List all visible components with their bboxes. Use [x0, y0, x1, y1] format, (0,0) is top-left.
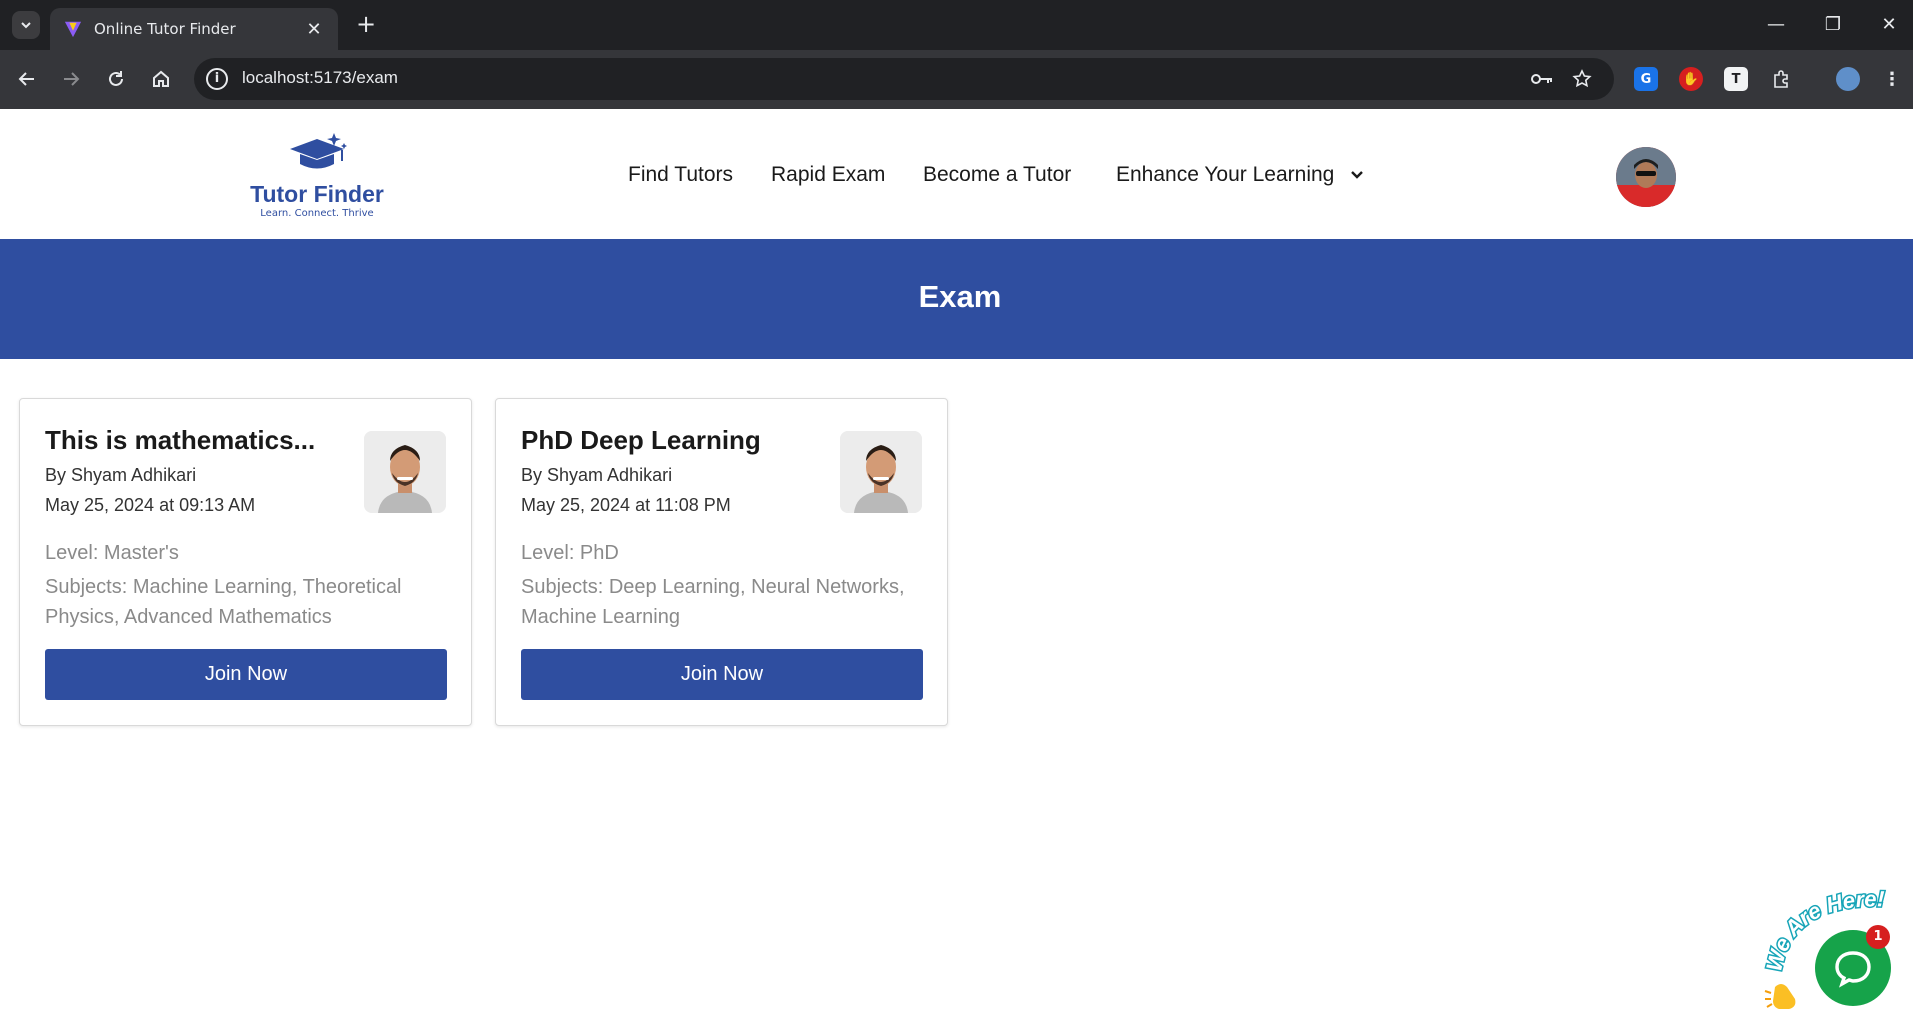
graduation-cap-icon [290, 133, 347, 169]
page-banner: Exam [0, 239, 1913, 359]
join-now-button[interactable]: Join Now [45, 649, 447, 700]
tab-title: Online Tutor Finder [94, 20, 236, 38]
page: Tutor Finder Learn. Connect. Thrive Find… [0, 109, 1913, 1016]
tab-close-icon[interactable]: ✕ [304, 19, 324, 40]
exam-author: By Shyam Adhikari [45, 465, 197, 485]
nav-find-tutors[interactable]: Find Tutors [628, 163, 733, 187]
tutor-face-icon [364, 431, 446, 513]
google-translate-extension-icon[interactable]: G [1634, 67, 1658, 91]
exam-date: May 25, 2024 at 11:08 PM [521, 495, 731, 515]
waving-hand-icon [1764, 984, 1796, 1009]
exam-level: Level: PhD [521, 542, 619, 564]
exam-card: PhD Deep Learning By Shyam Adhikari May … [495, 398, 948, 726]
home-button[interactable] [146, 64, 176, 94]
bookmark-star-icon[interactable] [1570, 68, 1594, 90]
nav-become-a-tutor[interactable]: Become a Tutor [923, 163, 1071, 187]
exam-title: This is mathematics... [45, 425, 316, 455]
tutor-photo [840, 431, 922, 513]
exam-author: By Shyam Adhikari [521, 465, 673, 485]
site-header: Tutor Finder Learn. Connect. Thrive Find… [0, 109, 1913, 239]
browser-tab[interactable]: Online Tutor Finder ✕ [50, 8, 338, 50]
reload-button[interactable] [101, 64, 131, 94]
logo-tagline: Learn. Connect. Thrive [260, 208, 374, 219]
address-url[interactable]: localhost:5173/exam [242, 68, 398, 88]
chat-widget[interactable]: We Are Here! 1 [1763, 873, 1913, 1016]
tutor-photo [364, 431, 446, 513]
profile-avatar-icon[interactable] [1836, 67, 1860, 91]
notification-badge: 1 [1866, 925, 1890, 949]
tutor-face-icon [840, 431, 922, 513]
chat-bubble-icon [1835, 951, 1871, 988]
exam-subjects: Subjects: Deep Learning, Neural Networks… [521, 576, 905, 628]
nav-enhance-your-learning[interactable]: Enhance Your Learning [1116, 163, 1364, 187]
vite-favicon-icon [64, 21, 82, 38]
exam-title: PhD Deep Learning [521, 425, 761, 455]
logo-name: Tutor Finder [250, 181, 384, 207]
tab-search-button[interactable] [12, 11, 40, 39]
minimize-button[interactable]: — [1761, 12, 1791, 38]
password-key-icon[interactable] [1530, 68, 1554, 90]
page-title: Exam [918, 279, 1002, 314]
chevron-down-icon [1351, 171, 1364, 180]
user-avatar[interactable] [1616, 147, 1676, 207]
nav-rapid-exam[interactable]: Rapid Exam [771, 163, 885, 187]
exam-card: This is mathematics... By Shyam Adhikari… [19, 398, 472, 726]
join-now-button[interactable]: Join Now [521, 649, 923, 700]
nav-enhance-label: Enhance Your Learning [1116, 163, 1335, 186]
adblock-extension-icon[interactable]: ✋ [1679, 67, 1703, 91]
browser-toolbar: i localhost:5173/exam G ✋ T ⋮ [0, 50, 1913, 109]
exam-level: Level: Master's [45, 542, 179, 564]
arrow-right-icon [64, 72, 80, 86]
arrow-left-icon [18, 72, 34, 86]
forward-button[interactable] [56, 64, 86, 94]
address-bar[interactable]: i localhost:5173/exam [194, 58, 1614, 100]
close-window-button[interactable]: ✕ [1874, 12, 1904, 38]
user-photo-icon [1616, 147, 1676, 207]
reload-icon [109, 71, 123, 86]
back-button[interactable] [12, 64, 42, 94]
site-info-icon[interactable]: i [206, 68, 228, 90]
text-extension-icon[interactable]: T [1724, 67, 1748, 91]
exam-subjects: Subjects: Machine Learning, Theoretical … [45, 576, 402, 628]
exam-date: May 25, 2024 at 09:13 AM [45, 495, 256, 515]
extensions-puzzle-icon[interactable] [1769, 67, 1793, 91]
browser-menu-icon[interactable]: ⋮ [1880, 67, 1904, 91]
browser-tabstrip: Online Tutor Finder ✕ + — ❐ ✕ [0, 0, 1913, 50]
restore-button[interactable]: ❐ [1818, 12, 1848, 38]
chevron-down-icon [21, 22, 31, 29]
home-icon [153, 70, 169, 87]
new-tab-button[interactable]: + [352, 11, 380, 39]
site-logo[interactable]: Tutor Finder Learn. Connect. Thrive [242, 129, 392, 224]
